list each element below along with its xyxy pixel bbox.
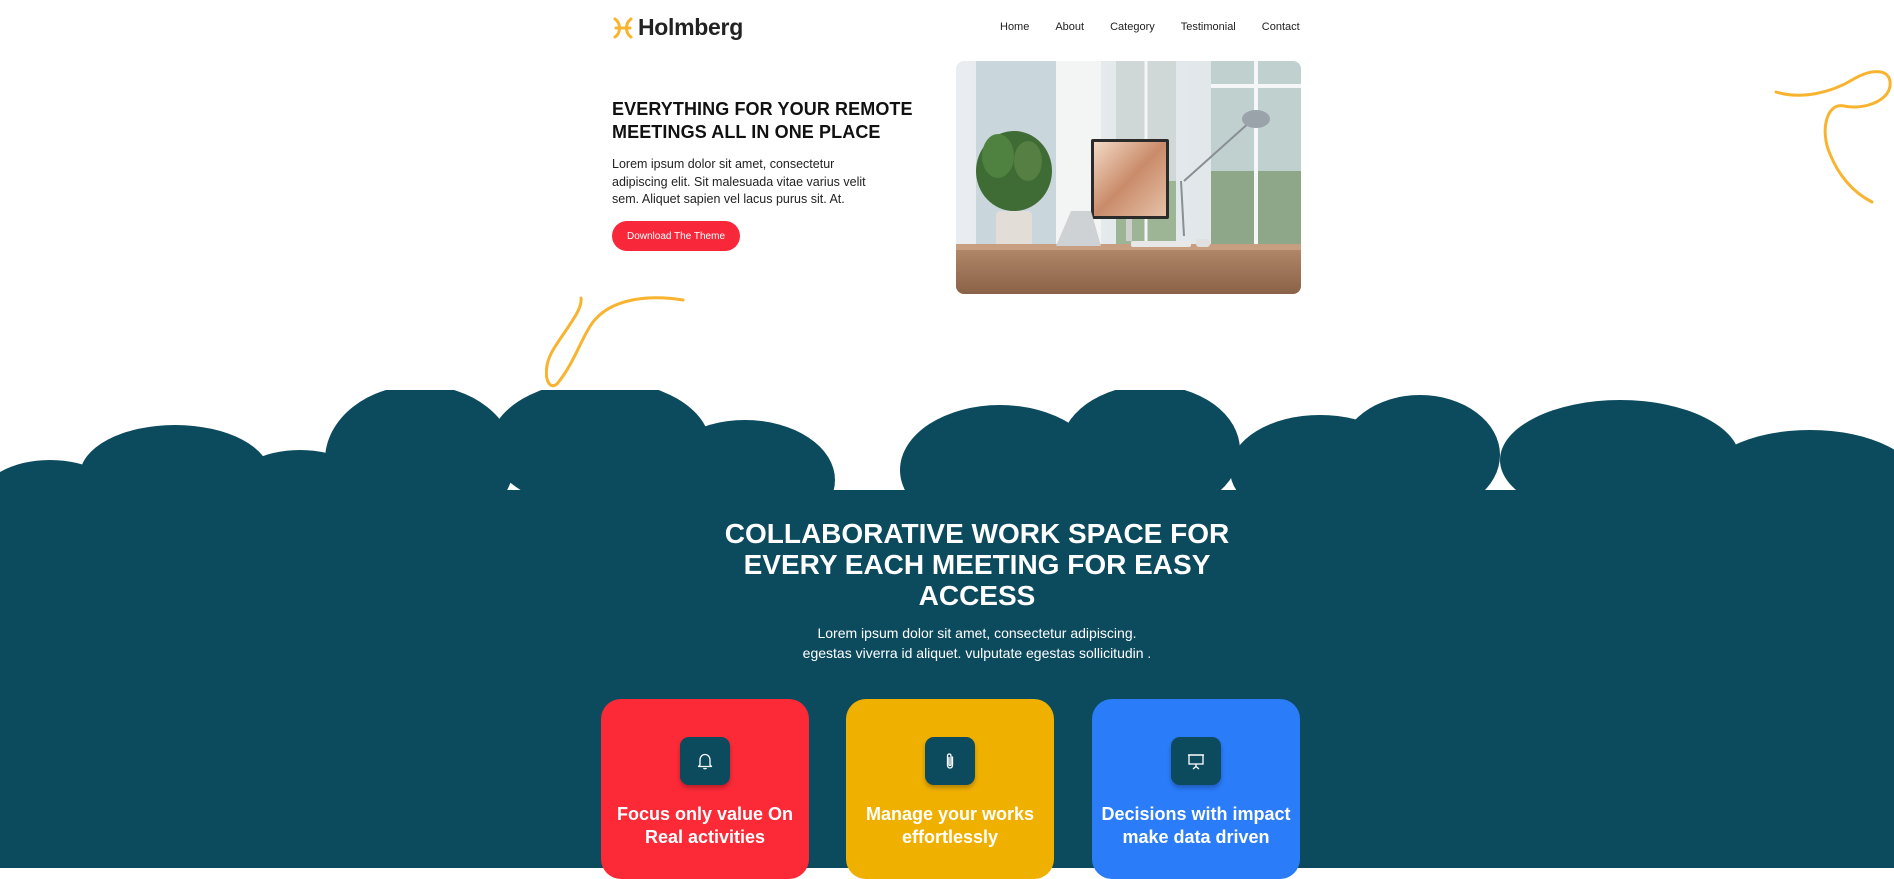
nav-home[interactable]: Home (1000, 21, 1029, 33)
nav-about[interactable]: About (1055, 21, 1084, 33)
card-title: Focus only value On Real activities (616, 804, 794, 847)
squiggle-decoration-right (1774, 70, 1892, 204)
card-icon-tile (1171, 737, 1221, 785)
section-description-line-2: egestas viverra id aliquet. vulputate eg… (802, 645, 1152, 661)
card-title: Manage your works effortlessly (865, 804, 1035, 847)
bell-icon (697, 753, 713, 770)
hero-description: Lorem ipsum dolor sit amet, consectetur … (612, 157, 866, 206)
feature-card-manage[interactable]: Manage your works effortlessly (846, 699, 1054, 879)
paperclip-icon (946, 753, 954, 769)
nav-testimonial[interactable]: Testimonial (1181, 21, 1236, 33)
section-description: Lorem ipsum dolor sit amet, consectetur … (697, 623, 1257, 663)
nav-contact[interactable]: Contact (1262, 21, 1300, 33)
section-description-line-1: Lorem ipsum dolor sit amet, consectetur … (817, 625, 1137, 641)
feature-card-focus[interactable]: Focus only value On Real activities (601, 699, 809, 879)
hero-title: EVERYTHING FOR YOUR REMOTE MEETINGS ALL … (612, 99, 913, 142)
section-title: COLLABORATIVE WORK SPACE FOR EVERY EACH … (724, 518, 1230, 611)
card-icon-tile (680, 737, 730, 785)
squiggle-decoration-left (545, 296, 685, 388)
hero-workspace-image (956, 61, 1301, 294)
feature-card-decisions[interactable]: Decisions with impact make data driven (1092, 699, 1300, 879)
brand-logo[interactable]: Holmberg (612, 14, 743, 41)
nav-category[interactable]: Category (1110, 21, 1155, 33)
card-title: Decisions with impact make data driven (1101, 804, 1291, 847)
main-nav: Home About Category Testimonial Contact (1000, 21, 1326, 33)
pisces-logo-icon (613, 17, 633, 38)
presentation-icon (1188, 754, 1204, 770)
download-theme-button[interactable]: Download The Theme (612, 221, 740, 251)
card-icon-tile (925, 737, 975, 785)
brand-name: Holmberg (638, 14, 743, 40)
